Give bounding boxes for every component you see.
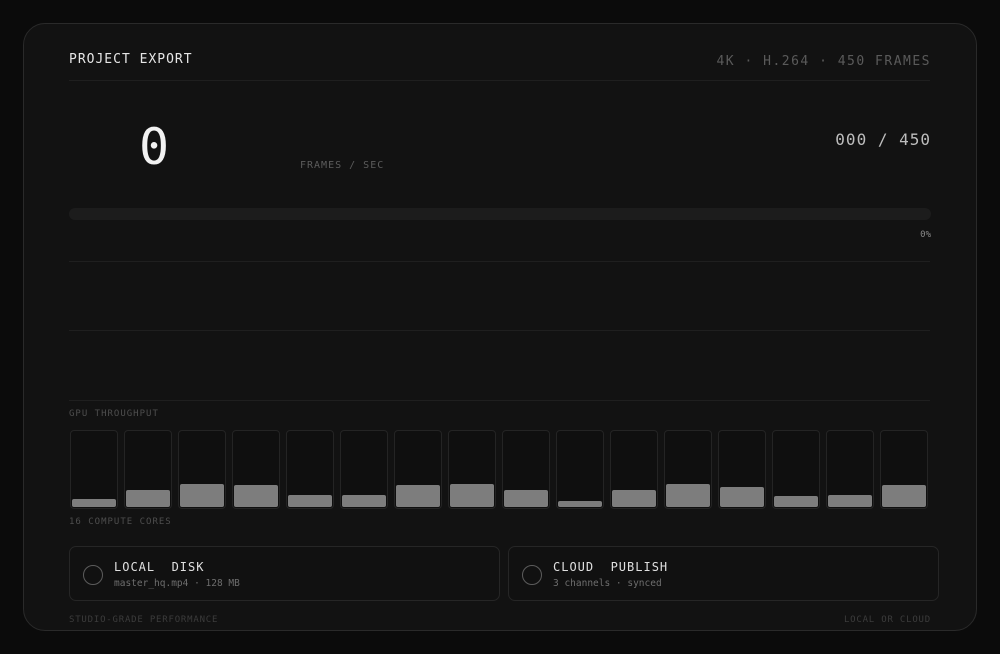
gpu-core-meter bbox=[447, 430, 497, 509]
gpu-core-load bbox=[233, 485, 279, 507]
destination-title: CLOUD PUBLISH bbox=[553, 560, 669, 574]
gpu-core-meter bbox=[717, 430, 766, 509]
gpu-core-load bbox=[611, 490, 657, 507]
footer-note: LOCAL OR CLOUD bbox=[843, 615, 931, 625]
gpu-core-load bbox=[503, 490, 549, 507]
gpu-core-load bbox=[449, 483, 495, 507]
gpu-core-meter bbox=[609, 430, 659, 509]
divider bbox=[69, 330, 930, 331]
compute-cores-label: 16 COMPUTE CORES bbox=[69, 517, 172, 527]
gpu-core-meter bbox=[70, 430, 119, 509]
gpu-core-load bbox=[719, 486, 764, 507]
panel-title: PROJECT EXPORT bbox=[69, 52, 193, 67]
progress-bar bbox=[69, 208, 931, 220]
gpu-core-meter bbox=[555, 430, 605, 509]
gpu-core-meter bbox=[393, 430, 443, 509]
export-panel bbox=[23, 23, 977, 631]
progress-percent: 0% bbox=[920, 230, 931, 240]
gpu-core-meter bbox=[231, 430, 281, 509]
destination-subtitle: 3 channels · synced bbox=[553, 578, 662, 589]
gpu-core-load bbox=[827, 494, 872, 507]
gpu-core-load bbox=[881, 485, 926, 507]
gpu-core-meter bbox=[771, 430, 820, 509]
gpu-core-meter bbox=[177, 430, 227, 509]
frame-counter: 000 / 450 bbox=[835, 130, 931, 149]
gpu-core-load bbox=[773, 496, 818, 507]
gpu-core-load bbox=[287, 494, 333, 507]
destination-local-disk[interactable]: LOCAL DISK master_hq.mp4 · 128 MB bbox=[69, 546, 500, 601]
gpu-core-meter bbox=[501, 430, 551, 509]
gpu-core-load bbox=[179, 483, 225, 507]
gpu-core-load bbox=[395, 485, 441, 507]
gpu-core-meter bbox=[285, 430, 335, 509]
gpu-core-meters bbox=[70, 430, 928, 509]
gpu-core-meter bbox=[339, 430, 389, 509]
radio-cloud-publish[interactable] bbox=[522, 565, 542, 585]
header-divider bbox=[69, 80, 930, 81]
gpu-core-load bbox=[665, 483, 711, 507]
gpu-core-meter bbox=[879, 430, 928, 509]
gpu-core-meter bbox=[123, 430, 173, 509]
divider bbox=[69, 400, 930, 401]
fps-value: 0 bbox=[139, 118, 170, 176]
destination-subtitle: master_hq.mp4 · 128 MB bbox=[114, 578, 240, 589]
divider bbox=[69, 261, 930, 262]
export-spec: 4K · H.264 · 450 FRAMES bbox=[716, 54, 931, 69]
footer-tagline: STUDIO-GRADE PERFORMANCE bbox=[69, 615, 219, 625]
gpu-core-load bbox=[557, 500, 603, 507]
gpu-core-meter bbox=[663, 430, 713, 509]
gpu-throughput-label: GPU THROUGHPUT bbox=[69, 409, 159, 419]
gpu-core-meter bbox=[825, 430, 874, 509]
destination-cloud-publish[interactable]: CLOUD PUBLISH 3 channels · synced bbox=[508, 546, 939, 601]
radio-local-disk[interactable] bbox=[83, 565, 103, 585]
gpu-core-load bbox=[72, 499, 117, 507]
gpu-core-load bbox=[125, 490, 171, 507]
fps-label: FRAMES / SEC bbox=[300, 160, 385, 171]
gpu-core-load bbox=[341, 494, 387, 507]
destination-title: LOCAL DISK bbox=[114, 560, 205, 574]
